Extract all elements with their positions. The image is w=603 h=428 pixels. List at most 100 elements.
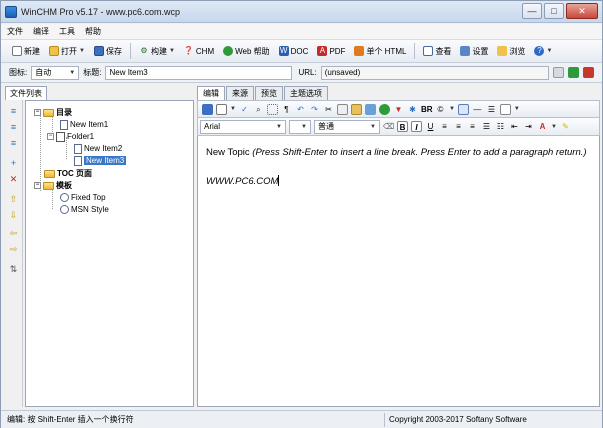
open-button[interactable]: 打开 ▼ [46,42,88,60]
highlight-icon[interactable]: ✎ [560,121,571,132]
numbered-list-icon[interactable]: ☷ [495,121,506,132]
refresh-green-icon[interactable] [567,67,579,78]
insert-image-icon[interactable] [364,103,376,115]
edit-icon[interactable] [216,103,227,115]
paragraph-style-select[interactable]: 普通 ▼ [314,119,380,134]
save-icon[interactable] [202,103,213,115]
insert-table-icon[interactable] [457,103,469,115]
font-size-select[interactable]: ▼ [289,119,311,134]
list-icon[interactable]: ☰ [486,104,497,115]
save-button[interactable]: 保存 [91,42,125,60]
chevron-down-icon[interactable]: ▼ [230,106,236,112]
chevron-down-icon[interactable]: ▼ [79,48,85,54]
tree-node-new-item1[interactable]: New Item1 [60,119,108,130]
indent-icon[interactable]: ⇥ [523,121,534,132]
folder-icon [43,181,54,190]
line-break-icon[interactable]: BR [421,104,433,115]
pdf-button[interactable]: A PDF [314,42,348,60]
copy-icon[interactable] [336,103,348,115]
outdent-icon[interactable]: ⇤ [509,121,520,132]
tab-file-list[interactable]: 文件列表 [5,86,47,100]
single-html-button[interactable]: 单个 HTML [351,42,409,60]
chm-button[interactable]: ❓ CHM [181,42,217,60]
font-color-icon[interactable]: A [537,121,548,132]
arrow-down-icon[interactable]: ⇩ [8,210,19,221]
paste-icon[interactable] [350,103,362,115]
spell-check-icon[interactable]: ✓ [239,104,250,115]
cut-icon[interactable]: ✂ [323,104,334,115]
page-icon[interactable] [552,67,564,78]
chevron-down-icon[interactable]: ▼ [551,124,557,130]
collapse-toggle-icon[interactable]: − [47,133,54,140]
menu-tools[interactable]: 工具 [59,26,75,37]
chevron-down-icon[interactable]: ▼ [514,106,520,112]
tab-source[interactable]: 来源 [226,86,254,100]
tab-edit[interactable]: 编辑 [197,86,225,100]
insert-object-icon[interactable]: ✱ [407,104,418,115]
align-left-icon[interactable]: ≡ [439,121,450,132]
webhelp-button[interactable]: Web 帮助 [220,42,273,60]
show-borders-icon[interactable] [266,103,278,115]
bold-button[interactable]: B [397,121,408,132]
find-icon[interactable]: ⌕ [253,104,264,115]
tree-node-toc[interactable]: − 目录 [34,107,72,118]
horizontal-rule-icon[interactable]: ― [472,104,483,115]
tree-node-fixed-top[interactable]: Fixed Top [60,192,106,203]
menu-help[interactable]: 帮助 [85,26,101,37]
tree-node-msn-style[interactable]: MSN Style [60,204,109,215]
insert-link-icon[interactable] [378,103,390,115]
add-icon[interactable]: + [8,158,19,169]
clear-format-icon[interactable]: ⌫ [383,121,394,132]
undo-icon[interactable]: ↶ [295,104,306,115]
tree-node-template[interactable]: − 模板 [34,180,72,191]
paragraph-mark-icon[interactable]: ¶ [281,104,292,115]
arrow-left-icon[interactable]: ⇦ [8,228,19,239]
tree-node-toc-page[interactable]: TOC 页面 [44,168,92,179]
help-button[interactable]: ? ▼ [531,42,555,60]
more-icon[interactable] [499,103,511,115]
tree-node-folder1[interactable]: − Folder1 [47,131,94,142]
collapse-toggle-icon[interactable]: − [34,182,41,189]
arrow-right-icon[interactable]: ⇨ [8,244,19,255]
menu-file[interactable]: 文件 [7,26,23,37]
tab-topic-options[interactable]: 主题选项 [284,86,328,100]
title-input[interactable]: New Item3 [105,65,293,80]
page-icon [60,119,68,130]
doc-button[interactable]: W DOC [276,42,312,60]
delete-icon[interactable]: ✕ [8,174,19,185]
bookmark-icon[interactable]: ▼ [393,104,404,115]
build-button[interactable]: ⚙ 构建 ▼ [136,42,178,60]
collapse-toggle-icon[interactable]: − [34,109,41,116]
maximize-button[interactable]: □ [544,3,564,19]
minimize-button[interactable]: — [522,3,542,19]
redo-icon[interactable]: ↷ [309,104,320,115]
italic-button[interactable]: I [411,121,422,132]
align-center-icon[interactable]: ≡ [453,121,464,132]
wysiwyg-editor[interactable]: New Topic (Press Shift-Enter to insert a… [197,136,600,407]
bullet-list-icon[interactable]: ☰ [481,121,492,132]
add-topic-icon[interactable]: ≡ [8,106,19,117]
delete-red-icon[interactable] [582,67,594,78]
tree-node-new-item2[interactable]: New Item2 [74,143,122,154]
icon-select[interactable]: 自动 ▼ [31,65,80,80]
copyright-symbol-icon[interactable]: © [435,104,446,115]
view-button[interactable]: 查看 [420,42,454,60]
insert-topic-icon[interactable]: ≡ [8,138,19,149]
add-subtopic-icon[interactable]: ≡ [8,122,19,133]
chevron-down-icon[interactable]: ▼ [546,48,552,54]
underline-button[interactable]: U [425,121,436,132]
arrow-up-icon[interactable]: ⇧ [8,194,19,205]
tree-node-new-item3[interactable]: New Item3 [74,155,127,166]
align-right-icon[interactable]: ≡ [467,121,478,132]
chevron-down-icon[interactable]: ▼ [169,48,175,54]
new-button[interactable]: 新建 [9,42,43,60]
chevron-down-icon[interactable]: ▼ [449,106,455,112]
settings-button[interactable]: 设置 [457,42,491,60]
browse-button[interactable]: 浏览 [494,42,528,60]
tab-preview[interactable]: 预览 [255,86,283,100]
close-button[interactable]: ✕ [566,3,598,19]
menu-compile[interactable]: 编译 [33,26,49,37]
font-name-select[interactable]: Arial ▼ [200,119,286,134]
url-field[interactable]: (unsaved) [320,65,549,80]
sort-icon[interactable]: ⇅ [8,264,19,275]
